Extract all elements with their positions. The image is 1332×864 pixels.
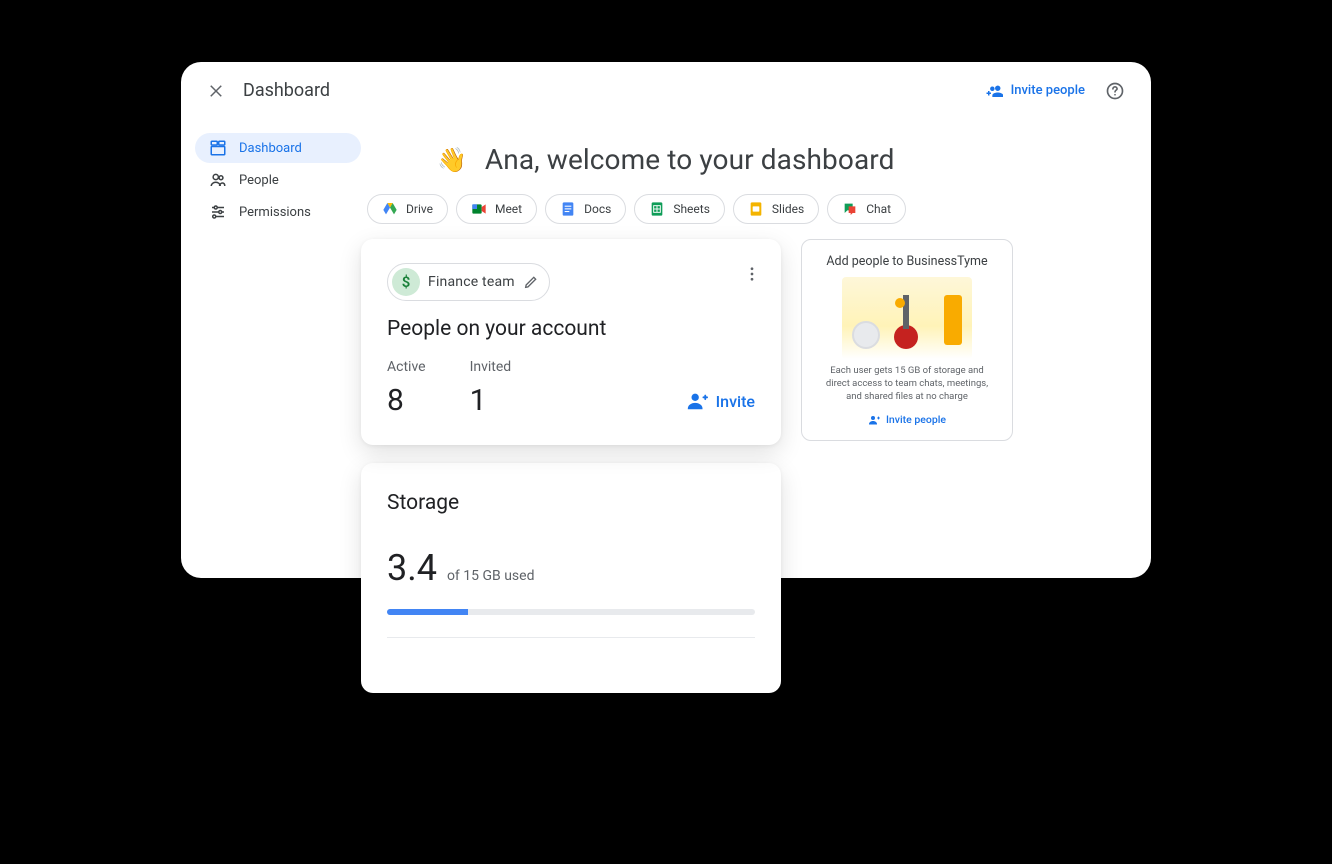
sidebar-item-dashboard[interactable]: Dashboard <box>195 133 361 163</box>
topbar: Dashboard Invite people <box>181 62 1151 111</box>
promo-title: Add people to BusinessTyme <box>814 254 1000 269</box>
sidebar-item-label: People <box>239 173 279 188</box>
hero-title: Ana, welcome to your dashboard <box>485 143 895 176</box>
sidebar-item-label: Dashboard <box>239 141 302 156</box>
drive-icon <box>382 201 398 217</box>
storage-progress-fill <box>387 609 468 615</box>
stat-value: 8 <box>387 383 426 418</box>
more-icon[interactable] <box>743 265 761 283</box>
slides-icon <box>748 201 764 217</box>
team-selector[interactable]: $ Finance team <box>387 263 550 301</box>
stat-label: Invited <box>470 359 512 375</box>
chip-docs[interactable]: Docs <box>545 194 626 224</box>
stat-value: 1 <box>470 383 512 418</box>
invite-button[interactable]: Invite <box>686 390 755 412</box>
help-icon[interactable] <box>1105 81 1125 101</box>
storage-value: 3.4 <box>387 547 437 589</box>
chat-icon <box>842 201 858 217</box>
storage-progress <box>387 609 755 615</box>
promo-illustration <box>842 277 972 359</box>
people-card-title: People on your account <box>387 317 755 341</box>
people-card: $ Finance team People on your account Ac… <box>361 239 781 445</box>
storage-suffix: of 15 GB used <box>447 568 535 584</box>
sidebar-item-people[interactable]: People <box>195 165 361 195</box>
storage-card: Storage 3.4 of 15 GB used <box>361 463 781 693</box>
promo-cta-label: Invite people <box>886 413 946 426</box>
chip-label: Drive <box>406 202 433 216</box>
sidebar: Dashboard People Permissions <box>181 133 361 229</box>
app-shortcut-row: Drive Meet Docs Sheets Slides <box>367 194 1121 224</box>
chip-label: Meet <box>495 202 522 216</box>
dollar-icon: $ <box>392 268 420 296</box>
invite-people-button[interactable]: Invite people <box>985 82 1085 100</box>
promo-blurb: Each user gets 15 GB of storage and dire… <box>814 365 1000 403</box>
docs-icon <box>560 201 576 217</box>
meet-icon <box>471 201 487 217</box>
admin-dashboard-window: Dashboard Invite people Dashboard People… <box>181 62 1151 578</box>
page-title: Dashboard <box>243 80 330 101</box>
chip-chat[interactable]: Chat <box>827 194 906 224</box>
sidebar-item-permissions[interactable]: Permissions <box>195 197 361 227</box>
chip-label: Slides <box>772 202 804 216</box>
chip-drive[interactable]: Drive <box>367 194 448 224</box>
sidebar-item-label: Permissions <box>239 205 311 220</box>
person-add-icon <box>686 390 708 412</box>
chip-meet[interactable]: Meet <box>456 194 537 224</box>
people-icon <box>209 171 227 189</box>
promo-invite-button[interactable]: Invite people <box>814 413 1000 426</box>
stat-active: Active 8 <box>387 359 426 418</box>
divider <box>387 637 755 638</box>
hero: 👋 Ana, welcome to your dashboard <box>437 143 1121 176</box>
invite-label: Invite <box>716 392 755 411</box>
sliders-icon <box>209 203 227 221</box>
edit-icon <box>523 274 539 290</box>
stat-invited: Invited 1 <box>470 359 512 418</box>
chip-label: Chat <box>866 202 891 216</box>
chip-sheets[interactable]: Sheets <box>634 194 725 224</box>
team-name: Finance team <box>428 274 515 290</box>
chip-label: Docs <box>584 202 611 216</box>
close-icon[interactable] <box>207 82 225 100</box>
wave-icon: 👋 <box>437 146 467 174</box>
sheets-icon <box>649 201 665 217</box>
person-add-icon <box>985 82 1003 100</box>
main-content: 👋 Ana, welcome to your dashboard Drive M… <box>361 133 1151 229</box>
dashboard-icon <box>209 139 227 157</box>
stat-label: Active <box>387 359 426 375</box>
storage-title: Storage <box>387 491 755 515</box>
chip-label: Sheets <box>673 202 710 216</box>
promo-card: Add people to BusinessTyme Each user get… <box>801 239 1013 441</box>
invite-people-label: Invite people <box>1011 83 1085 98</box>
chip-slides[interactable]: Slides <box>733 194 819 224</box>
person-add-icon <box>868 414 880 426</box>
